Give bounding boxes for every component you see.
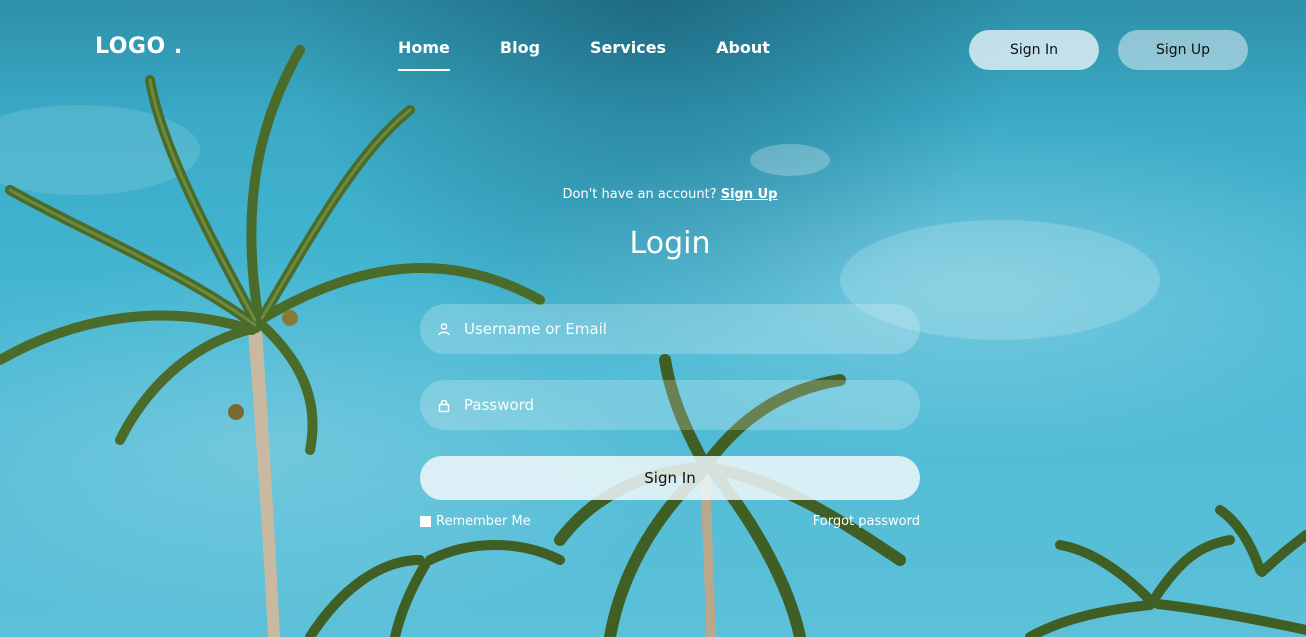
username-input[interactable] xyxy=(464,320,904,338)
nav-menu: Home Blog Services About xyxy=(398,38,820,71)
nav-sign-up-button[interactable]: Sign Up xyxy=(1118,30,1248,70)
login-form: Don't have an account? Sign Up Login Sig… xyxy=(420,180,920,529)
checkbox-box[interactable] xyxy=(420,516,431,527)
nav-link-services[interactable]: Services xyxy=(590,38,666,71)
nav-sign-in-button[interactable]: Sign In xyxy=(969,30,1099,70)
lock-icon xyxy=(436,397,452,413)
signup-hint: Don't have an account? Sign Up xyxy=(420,187,920,202)
signup-link[interactable]: Sign Up xyxy=(721,187,778,202)
login-options: Remember Me Forgot password xyxy=(420,514,920,529)
nav-link-about[interactable]: About xyxy=(716,38,770,71)
remember-me-checkbox[interactable]: Remember Me xyxy=(420,514,531,529)
top-navigation: LOGO . Home Blog Services About Sign In … xyxy=(0,0,1306,100)
password-input[interactable] xyxy=(464,396,904,414)
nav-link-home[interactable]: Home xyxy=(398,38,450,71)
login-title: Login xyxy=(629,226,711,261)
nav-link-blog[interactable]: Blog xyxy=(500,38,540,71)
user-icon xyxy=(436,321,452,337)
sign-in-submit-button[interactable]: Sign In xyxy=(420,456,920,500)
signup-hint-text: Don't have an account? xyxy=(562,187,717,202)
logo[interactable]: LOGO . xyxy=(95,34,183,59)
username-field[interactable] xyxy=(420,304,920,354)
password-field[interactable] xyxy=(420,380,920,430)
remember-me-label: Remember Me xyxy=(436,514,531,529)
forgot-password-link[interactable]: Forgot password xyxy=(813,514,920,529)
